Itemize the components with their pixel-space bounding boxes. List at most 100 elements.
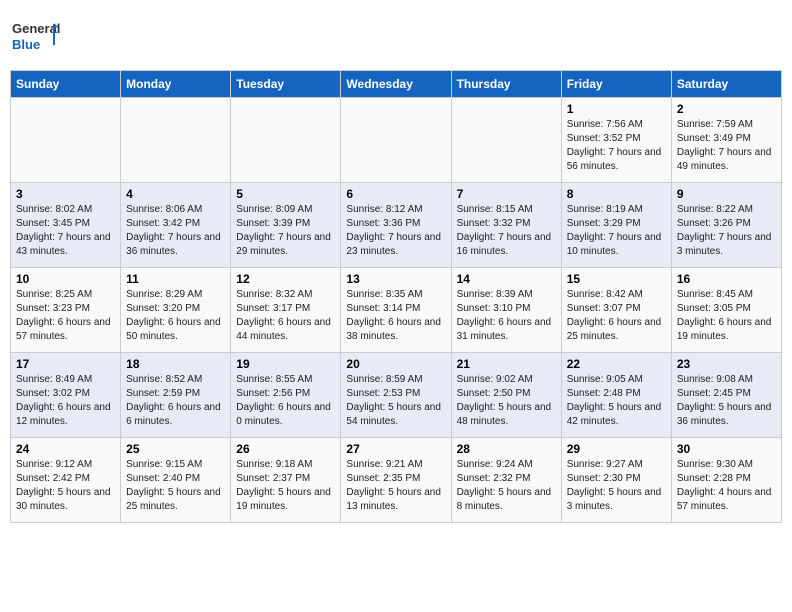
day-info: Sunrise: 9:08 AM Sunset: 2:45 PM Dayligh…: [677, 373, 776, 429]
day-info: Sunrise: 9:12 AM Sunset: 2:42 PM Dayligh…: [16, 458, 115, 514]
calendar-week-row: 3Sunrise: 8:02 AM Sunset: 3:45 PM Daylig…: [11, 183, 782, 268]
day-number: 12: [236, 272, 335, 286]
day-number: 17: [16, 357, 115, 371]
day-number: 2: [677, 102, 776, 116]
day-info: Sunrise: 9:30 AM Sunset: 2:28 PM Dayligh…: [677, 458, 776, 514]
day-number: 24: [16, 442, 115, 456]
day-info: Sunrise: 8:42 AM Sunset: 3:07 PM Dayligh…: [567, 288, 666, 344]
calendar-header-thursday: Thursday: [451, 71, 561, 98]
calendar-cell: 15 Sunrise: 8:42 AM Sunset: 3:07 PM Dayli…: [561, 268, 671, 353]
day-info: Sunrise: 8:25 AM Sunset: 3:23 PM Dayligh…: [16, 288, 115, 344]
calendar-cell: 26 Sunrise: 9:18 AM Sunset: 2:37 PM Dayli…: [231, 438, 341, 523]
calendar-cell: [341, 98, 451, 183]
day-info: Sunrise: 8:06 AM Sunset: 3:42 PM Dayligh…: [126, 203, 225, 259]
calendar-cell: 8 Sunrise: 8:19 AM Sunset: 3:29 PM Daylig…: [561, 183, 671, 268]
day-number: 8: [567, 187, 666, 201]
calendar-cell: 14Sunrise: 8:39 AM Sunset: 3:10 PM Dayli…: [451, 268, 561, 353]
day-info: Sunrise: 7:59 AM Sunset: 3:49 PM Dayligh…: [677, 118, 776, 174]
svg-text:General: General: [12, 21, 60, 36]
calendar-header-friday: Friday: [561, 71, 671, 98]
calendar-cell: 20 Sunrise: 8:59 AM Sunset: 2:53 PM Dayli…: [341, 353, 451, 438]
day-number: 5: [236, 187, 335, 201]
calendar-cell: 21 Sunrise: 9:02 AM Sunset: 2:50 PM Dayli…: [451, 353, 561, 438]
calendar-cell: 12 Sunrise: 8:32 AM Sunset: 3:17 PM Dayli…: [231, 268, 341, 353]
day-number: 7: [457, 187, 556, 201]
day-number: 28: [457, 442, 556, 456]
calendar-cell: 6 Sunrise: 8:12 AM Sunset: 3:36 PM Daylig…: [341, 183, 451, 268]
calendar-cell: 22 Sunrise: 9:05 AM Sunset: 2:48 PM Dayli…: [561, 353, 671, 438]
day-number: 18: [126, 357, 225, 371]
calendar-header-row: SundayMondayTuesdayWednesdayThursdayFrid…: [11, 71, 782, 98]
day-number: 16: [677, 272, 776, 286]
calendar-week-row: 10 Sunrise: 8:25 AM Sunset: 3:23 PM Dayli…: [11, 268, 782, 353]
calendar-cell: 23 Sunrise: 9:08 AM Sunset: 2:45 PM Dayli…: [671, 353, 781, 438]
day-info: Sunrise: 9:27 AM Sunset: 2:30 PM Dayligh…: [567, 458, 666, 514]
day-number: 10: [16, 272, 115, 286]
day-info: Sunrise: 8:09 AM Sunset: 3:39 PM Dayligh…: [236, 203, 335, 259]
calendar-cell: 18 Sunrise: 8:52 AM Sunset: 2:59 PM Dayli…: [121, 353, 231, 438]
calendar-cell: [11, 98, 121, 183]
calendar-week-row: 24 Sunrise: 9:12 AM Sunset: 2:42 PM Dayli…: [11, 438, 782, 523]
day-number: 25: [126, 442, 225, 456]
day-info: Sunrise: 9:02 AM Sunset: 2:50 PM Dayligh…: [457, 373, 556, 429]
day-number: 6: [346, 187, 445, 201]
day-number: 21: [457, 357, 556, 371]
calendar-cell: 9Sunrise: 8:22 AM Sunset: 3:26 PM Daylig…: [671, 183, 781, 268]
day-info: Sunrise: 9:15 AM Sunset: 2:40 PM Dayligh…: [126, 458, 225, 514]
day-number: 13: [346, 272, 445, 286]
day-info: Sunrise: 8:15 AM Sunset: 3:32 PM Dayligh…: [457, 203, 556, 259]
day-number: 1: [567, 102, 666, 116]
day-info: Sunrise: 8:32 AM Sunset: 3:17 PM Dayligh…: [236, 288, 335, 344]
day-number: 4: [126, 187, 225, 201]
calendar-header-sunday: Sunday: [11, 71, 121, 98]
calendar-cell: 28 Sunrise: 9:24 AM Sunset: 2:32 PM Dayli…: [451, 438, 561, 523]
day-info: Sunrise: 8:45 AM Sunset: 3:05 PM Dayligh…: [677, 288, 776, 344]
day-info: Sunrise: 9:05 AM Sunset: 2:48 PM Dayligh…: [567, 373, 666, 429]
calendar-cell: 2 Sunrise: 7:59 AM Sunset: 3:49 PM Daylig…: [671, 98, 781, 183]
calendar-cell: 16 Sunrise: 8:45 AM Sunset: 3:05 PM Dayli…: [671, 268, 781, 353]
calendar-cell: 3Sunrise: 8:02 AM Sunset: 3:45 PM Daylig…: [11, 183, 121, 268]
calendar-header-tuesday: Tuesday: [231, 71, 341, 98]
calendar-cell: [121, 98, 231, 183]
day-number: 15: [567, 272, 666, 286]
day-info: Sunrise: 8:39 AM Sunset: 3:10 PM Dayligh…: [457, 288, 556, 344]
calendar-cell: [451, 98, 561, 183]
day-info: Sunrise: 9:24 AM Sunset: 2:32 PM Dayligh…: [457, 458, 556, 514]
calendar-cell: 17 Sunrise: 8:49 AM Sunset: 3:02 PM Dayli…: [11, 353, 121, 438]
calendar-cell: 11Sunrise: 8:29 AM Sunset: 3:20 PM Dayli…: [121, 268, 231, 353]
calendar-cell: 4 Sunrise: 8:06 AM Sunset: 3:42 PM Daylig…: [121, 183, 231, 268]
calendar-cell: 5 Sunrise: 8:09 AM Sunset: 3:39 PM Daylig…: [231, 183, 341, 268]
day-number: 23: [677, 357, 776, 371]
day-number: 27: [346, 442, 445, 456]
calendar-week-row: 1 Sunrise: 7:56 AM Sunset: 3:52 PM Daylig…: [11, 98, 782, 183]
calendar-cell: 30 Sunrise: 9:30 AM Sunset: 2:28 PM Dayli…: [671, 438, 781, 523]
day-info: Sunrise: 8:55 AM Sunset: 2:56 PM Dayligh…: [236, 373, 335, 429]
day-number: 22: [567, 357, 666, 371]
day-number: 30: [677, 442, 776, 456]
logo-svg: General Blue: [10, 15, 60, 60]
day-info: Sunrise: 8:49 AM Sunset: 3:02 PM Dayligh…: [16, 373, 115, 429]
calendar-cell: 29 Sunrise: 9:27 AM Sunset: 2:30 PM Dayli…: [561, 438, 671, 523]
logo: General Blue: [10, 15, 60, 60]
day-info: Sunrise: 8:19 AM Sunset: 3:29 PM Dayligh…: [567, 203, 666, 259]
day-info: Sunrise: 8:52 AM Sunset: 2:59 PM Dayligh…: [126, 373, 225, 429]
calendar-cell: 13Sunrise: 8:35 AM Sunset: 3:14 PM Dayli…: [341, 268, 451, 353]
svg-text:Blue: Blue: [12, 37, 40, 52]
calendar-week-row: 17 Sunrise: 8:49 AM Sunset: 3:02 PM Dayli…: [11, 353, 782, 438]
day-number: 3: [16, 187, 115, 201]
header: General Blue: [10, 10, 782, 60]
day-number: 26: [236, 442, 335, 456]
calendar-cell: 10 Sunrise: 8:25 AM Sunset: 3:23 PM Dayli…: [11, 268, 121, 353]
calendar-header-wednesday: Wednesday: [341, 71, 451, 98]
day-info: Sunrise: 9:18 AM Sunset: 2:37 PM Dayligh…: [236, 458, 335, 514]
calendar-cell: 7 Sunrise: 8:15 AM Sunset: 3:32 PM Daylig…: [451, 183, 561, 268]
day-info: Sunrise: 8:12 AM Sunset: 3:36 PM Dayligh…: [346, 203, 445, 259]
day-number: 29: [567, 442, 666, 456]
calendar-header-monday: Monday: [121, 71, 231, 98]
day-number: 20: [346, 357, 445, 371]
day-info: Sunrise: 8:59 AM Sunset: 2:53 PM Dayligh…: [346, 373, 445, 429]
calendar-cell: 19Sunrise: 8:55 AM Sunset: 2:56 PM Dayli…: [231, 353, 341, 438]
day-info: Sunrise: 9:21 AM Sunset: 2:35 PM Dayligh…: [346, 458, 445, 514]
day-info: Sunrise: 7:56 AM Sunset: 3:52 PM Dayligh…: [567, 118, 666, 174]
day-number: 11: [126, 272, 225, 286]
